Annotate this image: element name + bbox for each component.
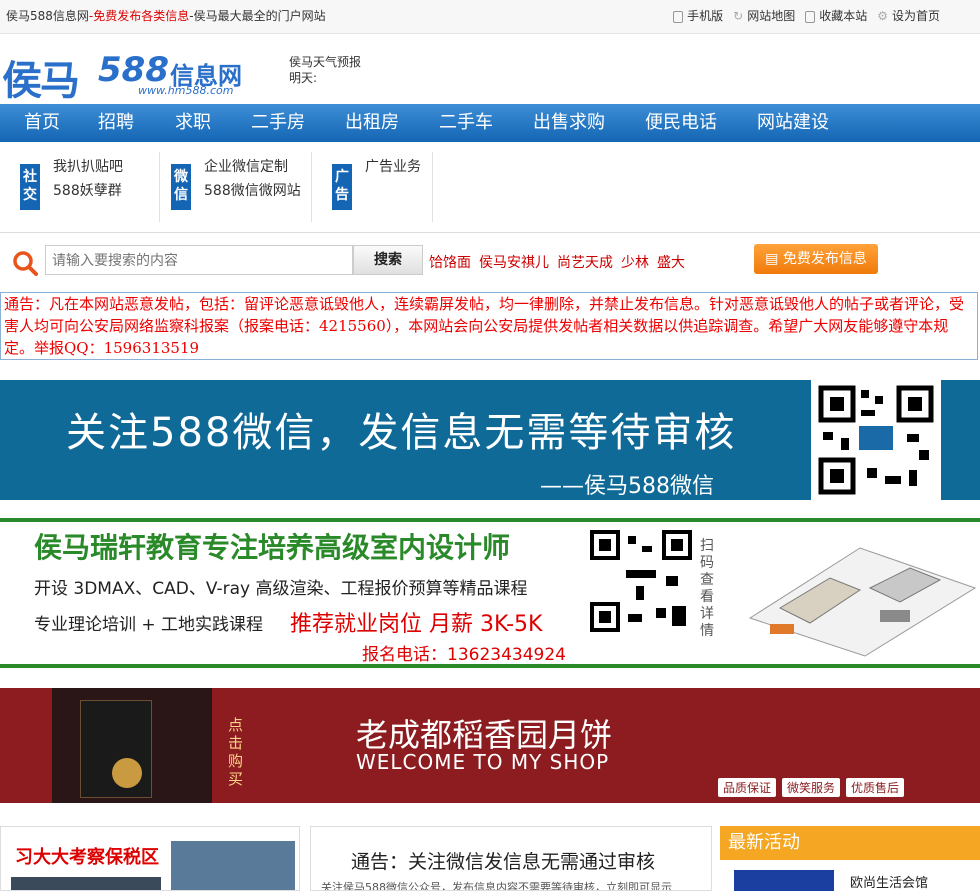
set-homepage-label: 设为首页 [891, 9, 940, 23]
sub-links-row: 社交 我扒扒贴吧 588妖孽群 微信 企业微信定制 588微信微网站 广告 广告… [0, 142, 980, 233]
activity-thumbnail[interactable] [734, 870, 834, 891]
design-school-phone: 报名电话：13623434924 [362, 645, 566, 665]
weather-widget: 侯马天气预报 明天: [289, 54, 361, 86]
design-school-salary: 推荐就业岗位 月薪 3K-5K [290, 612, 543, 637]
nav-home[interactable]: 首页 [24, 104, 60, 142]
divider [311, 152, 312, 222]
design-school-headline: 侯马瑞轩教育专注培养高级室内设计师 [34, 531, 511, 564]
main-nav: 首页 招聘 求职 二手房 出租房 二手车 出售求购 便民电话 网站建设 [0, 104, 980, 142]
banner-border [0, 518, 980, 522]
hot-keywords: 饸饹面 侯马安祺儿 尚艺天成 少林 盛大 [429, 252, 685, 272]
logo-part1: 侯马 [2, 58, 80, 104]
free-post-link[interactable]: -免费发布各类信息 [89, 9, 189, 23]
search-icon [13, 251, 38, 276]
mooncake-welcome: WELCOME TO MY SHOP [356, 750, 610, 774]
nav-rental[interactable]: 出租房 [345, 104, 399, 142]
activity-item[interactable]: 欧尚生活会馆 [850, 872, 928, 891]
mooncake-banner[interactable]: 点击购买 老成都稻香园月饼 WELCOME TO MY SHOP 品质保证 微笑… [0, 688, 980, 803]
qr-code-icon [586, 526, 696, 636]
latest-activities: 最新活动 欧尚生活会馆 [720, 826, 980, 891]
social-badge: 社交 [20, 164, 40, 210]
free-post-label: 免费发布信息 [782, 251, 867, 267]
sitemap-link[interactable]: ↻ 网站地图 [733, 0, 795, 33]
announcement-column: 通告：关注微信发信息无需通过审核 关注侯马588微信公众号，发布信息内容不需要等… [310, 826, 712, 891]
mooncake-tags: 品质保证 微笑服务 优质售后 [718, 778, 905, 797]
set-homepage-link[interactable]: ⚙ 设为首页 [877, 0, 940, 33]
announcement-text: 关注侯马588微信公众号，发布信息内容不需要等待审核，立刻即可显示 [321, 881, 672, 891]
search-button[interactable]: 搜索 [353, 245, 423, 275]
bookmark-icon [805, 10, 816, 23]
floor-plan-image [748, 547, 977, 657]
mobile-link-label: 手机版 [687, 9, 724, 23]
wechat-banner-headline: 关注588微信，发信息无需等待审核 [66, 410, 737, 456]
hot-keyword[interactable]: 少林 [621, 252, 649, 272]
tieba-link[interactable]: 我扒扒贴吧 [53, 156, 123, 176]
wechat-badge: 微信 [171, 164, 191, 210]
announcement-title[interactable]: 通告：关注微信发信息无需通过审核 [351, 847, 655, 874]
nav-jobs[interactable]: 招聘 [98, 104, 134, 142]
design-school-courses: 开设 3DMAX、CAD、V-ray 高级渲染、工程报价预算等精品课程 [34, 579, 528, 599]
document-icon: ▤ [765, 251, 779, 267]
free-post-button[interactable]: ▤ 免费发布信息 [754, 244, 878, 274]
logo-url: www.hm588.com [138, 84, 234, 97]
aftersale-tag: 优质售后 [846, 778, 905, 797]
latest-activities-title: 最新活动 [720, 826, 980, 860]
nav-phone-directory[interactable]: 便民电话 [645, 104, 717, 142]
bookmark-link-label: 收藏本站 [819, 9, 868, 23]
site-logo[interactable]: 侯马 588 信息网 www.hm588.com [2, 48, 272, 104]
weather-tomorrow: 明天: [289, 71, 318, 85]
ad-business-link[interactable]: 广告业务 [365, 156, 421, 176]
top-bar-left: 侯马588信息网-免费发布各类信息-侯马最大最全的门户网站 [6, 0, 326, 33]
news-column: 习大大考察保税区 [0, 826, 300, 891]
slogan: -侯马最大最全的门户网站 [189, 9, 326, 23]
divider [159, 152, 160, 222]
click-to-buy[interactable]: 点击购买 [228, 716, 246, 788]
refresh-icon: ↻ [733, 9, 744, 23]
site-name[interactable]: 侯马588信息网 [6, 9, 89, 23]
bookmark-link[interactable]: 收藏本站 [805, 0, 867, 33]
quality-tag: 品质保证 [718, 778, 777, 797]
news-photo[interactable] [171, 841, 295, 890]
wechat-banner-sub: ——侯马588微信 [540, 474, 714, 499]
wechat-banner[interactable]: 关注588微信，发信息无需等待审核 ——侯马588微信 [0, 380, 980, 500]
scan-hint: 扫码查看详情 [700, 538, 714, 639]
qq-group-link[interactable]: 588妖孽群 [53, 180, 122, 200]
ad-group: 广告 广告业务 [332, 152, 432, 222]
wechat-custom-link[interactable]: 企业微信定制 [204, 156, 288, 176]
wechat-site-link[interactable]: 588微信微网站 [204, 180, 301, 200]
sitemap-link-label: 网站地图 [747, 9, 796, 23]
top-bar: 侯马588信息网-免费发布各类信息-侯马最大最全的门户网站 手机版 ↻ 网站地图 … [0, 0, 980, 34]
design-school-training: 专业理论培训 + 工地实践课程 [34, 615, 264, 635]
mobile-icon [673, 10, 684, 23]
mooncake-product-image [52, 688, 212, 803]
qr-code-icon [811, 380, 941, 500]
service-tag: 微笑服务 [782, 778, 841, 797]
social-group: 社交 我扒扒贴吧 588妖孽群 [20, 152, 160, 222]
news-photo[interactable] [11, 877, 161, 890]
top-links: 手机版 ↻ 网站地图 收藏本站 ⚙ 设为首页 [673, 0, 940, 33]
nav-job-seeking[interactable]: 求职 [175, 104, 211, 142]
notice-box: 通告：凡在本网站恶意发帖，包括：留评论恶意诋毁他人，连续霸屏发帖，均一律删除，并… [0, 292, 978, 360]
wechat-group: 微信 企业微信定制 588微信微网站 [171, 152, 311, 222]
nav-secondhand-house[interactable]: 二手房 [251, 104, 305, 142]
settings-icon: ⚙ [877, 9, 888, 23]
weather-title: 侯马天气预报 [289, 55, 362, 69]
hot-keyword[interactable]: 盛大 [657, 252, 685, 272]
mobile-link[interactable]: 手机版 [673, 0, 723, 33]
search-input[interactable] [45, 245, 353, 275]
ad-badge: 广告 [332, 164, 352, 210]
nav-site-building[interactable]: 网站建设 [757, 104, 829, 142]
news-headline[interactable]: 习大大考察保税区 [15, 843, 159, 869]
nav-buy-sell[interactable]: 出售求购 [533, 104, 605, 142]
hot-keyword[interactable]: 饸饹面 [429, 252, 471, 272]
nav-used-car[interactable]: 二手车 [439, 104, 493, 142]
hot-keyword[interactable]: 侯马安祺儿 [479, 252, 549, 272]
hot-keyword[interactable]: 尚艺天成 [557, 252, 613, 272]
design-school-banner[interactable]: 侯马瑞轩教育专注培养高级室内设计师 开设 3DMAX、CAD、V-ray 高级渲… [0, 518, 980, 668]
divider [432, 152, 433, 222]
